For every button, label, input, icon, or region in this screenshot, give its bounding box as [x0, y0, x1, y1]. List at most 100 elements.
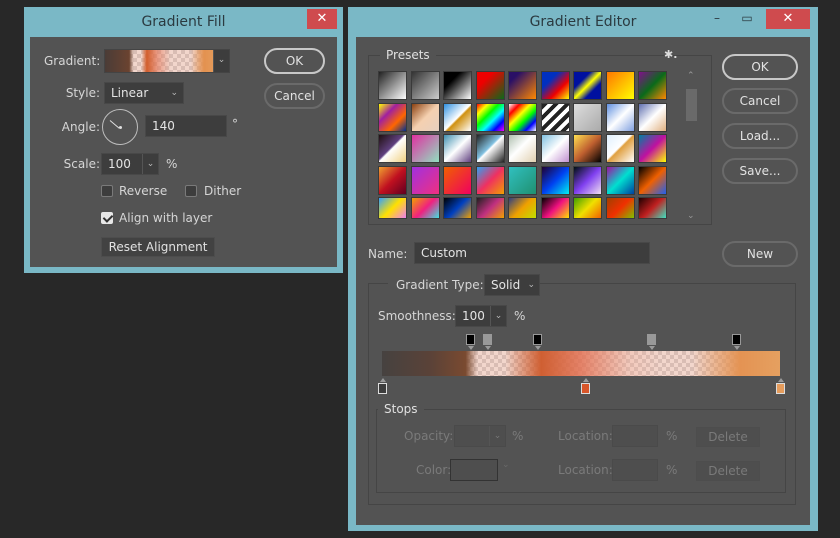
- opacity-stop[interactable]: [465, 334, 475, 350]
- preset-swatch[interactable]: [573, 102, 602, 132]
- scroll-down-icon[interactable]: ⌄: [687, 211, 695, 221]
- dither-checkbox[interactable]: [185, 185, 197, 197]
- new-button[interactable]: New: [722, 241, 798, 267]
- dither-label[interactable]: Dither: [204, 184, 241, 198]
- chevron-down-icon[interactable]: ⌄: [490, 306, 506, 326]
- reverse-label[interactable]: Reverse: [119, 184, 167, 198]
- opacity-stop[interactable]: [646, 334, 656, 350]
- preset-swatch[interactable]: [573, 197, 602, 219]
- preset-swatch[interactable]: [378, 102, 407, 132]
- delete-opacity-stop-button[interactable]: Delete: [696, 427, 760, 447]
- minimize-button[interactable]: –: [704, 9, 730, 29]
- style-select[interactable]: Linear ⌄: [104, 82, 184, 104]
- save-button[interactable]: Save...: [722, 158, 798, 184]
- align-with-layer-label[interactable]: Align with layer: [119, 211, 212, 225]
- chevron-down-icon[interactable]: ⌄: [213, 50, 229, 72]
- preset-swatch[interactable]: [638, 102, 667, 132]
- preset-swatch[interactable]: [475, 102, 505, 132]
- scale-input[interactable]: 100 ⌄: [101, 153, 159, 175]
- close-button[interactable]: ✕: [766, 9, 810, 29]
- preset-swatch[interactable]: [410, 134, 440, 163]
- preset-swatch[interactable]: [410, 165, 440, 195]
- gradient-editor-client: Presets ✱. ⌃ ⌄ OK Cancel Load... Save...…: [356, 37, 810, 525]
- preset-swatch[interactable]: [378, 197, 407, 219]
- smoothness-input[interactable]: 100 ⌄: [455, 305, 507, 327]
- preset-swatch[interactable]: [573, 134, 602, 163]
- align-with-layer-checkbox[interactable]: [101, 212, 113, 224]
- opacity-stop[interactable]: [732, 334, 742, 350]
- preset-swatch[interactable]: [410, 197, 440, 219]
- preset-swatch[interactable]: [508, 165, 537, 195]
- presets-scrollbar[interactable]: ⌃ ⌄: [682, 71, 702, 221]
- preset-swatch[interactable]: [475, 197, 505, 219]
- preset-swatch[interactable]: [443, 102, 472, 132]
- preset-swatch[interactable]: [540, 71, 570, 100]
- color-stop[interactable]: [776, 378, 785, 394]
- preset-swatch[interactable]: [443, 71, 472, 100]
- preset-swatch[interactable]: [573, 165, 602, 195]
- preset-swatch[interactable]: [410, 71, 440, 100]
- preset-swatch[interactable]: [605, 102, 635, 132]
- close-icon: ✕: [782, 11, 794, 26]
- preset-swatch[interactable]: [540, 102, 570, 132]
- name-input[interactable]: Custom: [414, 242, 650, 264]
- gear-icon[interactable]: ✱.: [664, 48, 677, 61]
- preset-swatch[interactable]: [573, 71, 602, 100]
- preset-swatch[interactable]: [378, 165, 407, 195]
- preset-swatch[interactable]: [508, 197, 537, 219]
- cancel-button[interactable]: Cancel: [722, 88, 798, 114]
- preset-swatch[interactable]: [443, 197, 472, 219]
- preset-swatch[interactable]: [378, 71, 407, 100]
- opacity-input[interactable]: ⌄: [454, 425, 506, 447]
- preset-swatch[interactable]: [378, 134, 407, 163]
- preset-swatch[interactable]: [638, 71, 667, 100]
- preset-swatch[interactable]: [540, 134, 570, 163]
- preset-swatch[interactable]: [638, 165, 667, 195]
- preset-swatch[interactable]: [605, 197, 635, 219]
- reverse-checkbox[interactable]: [101, 185, 113, 197]
- color-swatch[interactable]: [450, 459, 498, 481]
- opacity-stop[interactable]: [533, 334, 543, 350]
- preset-swatch[interactable]: [443, 165, 472, 195]
- angle-input[interactable]: 140: [145, 115, 227, 137]
- preset-swatch[interactable]: [540, 197, 570, 219]
- delete-color-stop-button[interactable]: Delete: [696, 461, 760, 481]
- gradient-picker[interactable]: ⌄: [104, 49, 230, 73]
- preset-swatch[interactable]: [605, 71, 635, 100]
- angle-value: 140: [152, 119, 175, 133]
- opacity-stop[interactable]: [483, 334, 493, 350]
- preset-swatch[interactable]: [443, 134, 472, 163]
- color-location-input[interactable]: [612, 459, 658, 481]
- preset-swatch[interactable]: [508, 102, 537, 132]
- preset-swatch[interactable]: [638, 134, 667, 163]
- preset-swatch[interactable]: [475, 71, 505, 100]
- maximize-button[interactable]: ▭: [734, 9, 760, 29]
- preset-swatch[interactable]: [475, 134, 505, 163]
- ok-button[interactable]: OK: [722, 54, 798, 80]
- cancel-button[interactable]: Cancel: [264, 83, 325, 109]
- preset-swatch[interactable]: [475, 165, 505, 195]
- color-stop[interactable]: [580, 378, 590, 394]
- opacity-location-input[interactable]: [612, 425, 658, 447]
- color-stop[interactable]: [378, 378, 387, 394]
- preset-swatch[interactable]: [638, 197, 667, 219]
- color-location-label: Location:: [558, 463, 613, 477]
- close-button[interactable]: ✕: [307, 9, 337, 29]
- load-button[interactable]: Load...: [722, 123, 798, 149]
- preset-swatch[interactable]: [508, 134, 537, 163]
- chevron-down-icon[interactable]: ⌄: [142, 154, 158, 174]
- preset-swatch[interactable]: [410, 102, 440, 132]
- scrollbar-thumb[interactable]: [686, 89, 697, 121]
- preset-swatch[interactable]: [540, 165, 570, 195]
- gradient-bar[interactable]: [382, 351, 780, 376]
- chevron-down-icon[interactable]: ⌄: [489, 426, 505, 446]
- preset-swatch[interactable]: [508, 71, 537, 100]
- angle-dial[interactable]: [102, 109, 138, 145]
- ok-button[interactable]: OK: [264, 48, 325, 74]
- scroll-up-icon[interactable]: ⌃: [687, 71, 695, 81]
- preset-swatch[interactable]: [605, 134, 635, 163]
- preset-swatch[interactable]: [605, 165, 635, 195]
- reset-alignment-button[interactable]: Reset Alignment: [101, 237, 215, 257]
- gradient-preview[interactable]: [105, 50, 215, 72]
- gradient-type-select[interactable]: Solid ⌄: [484, 274, 540, 296]
